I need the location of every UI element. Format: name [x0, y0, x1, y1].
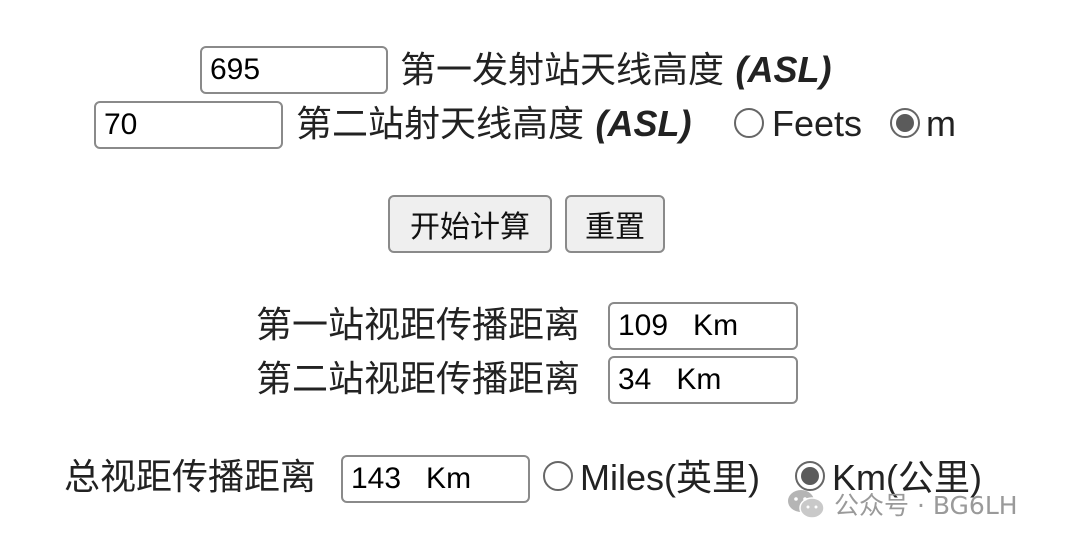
station2-asl-text: (ASL) — [595, 103, 692, 144]
station2-height-input[interactable] — [94, 101, 283, 149]
station1-height-label: 第一发射站天线高度 (ASL) — [400, 48, 831, 93]
feets-radio[interactable] — [734, 108, 764, 138]
meters-label: m — [926, 103, 956, 144]
reset-button[interactable]: 重置 — [565, 195, 665, 253]
station2-height-label-text: 第二站射天线高度 — [296, 104, 585, 145]
miles-label: Miles(英里) — [580, 457, 760, 498]
miles-radio[interactable] — [543, 461, 573, 491]
wechat-icon — [788, 490, 825, 519]
watermark-text: 公众号 · BG6LH — [834, 491, 1018, 520]
station1-distance-output[interactable] — [608, 302, 798, 350]
station2-height-label: 第二站射天线高度 (ASL) — [296, 102, 691, 147]
watermark: 公众号 · BG6LH — [786, 484, 1018, 524]
station2-distance-output[interactable] — [608, 356, 798, 404]
calculate-button[interactable]: 开始计算 — [388, 195, 552, 253]
station1-height-input[interactable] — [200, 46, 388, 94]
station1-height-label-text: 第一发射站天线高度 — [400, 50, 725, 91]
station2-distance-label: 第二站视距传播距离 — [256, 359, 581, 400]
meters-radio[interactable] — [890, 108, 920, 138]
total-distance-output[interactable] — [341, 455, 530, 503]
total-distance-label: 总视距传播距离 — [64, 457, 317, 498]
station1-asl-text: (ASL) — [735, 49, 832, 90]
feets-label: Feets — [772, 103, 863, 144]
station1-distance-label: 第一站视距传播距离 — [256, 305, 581, 346]
